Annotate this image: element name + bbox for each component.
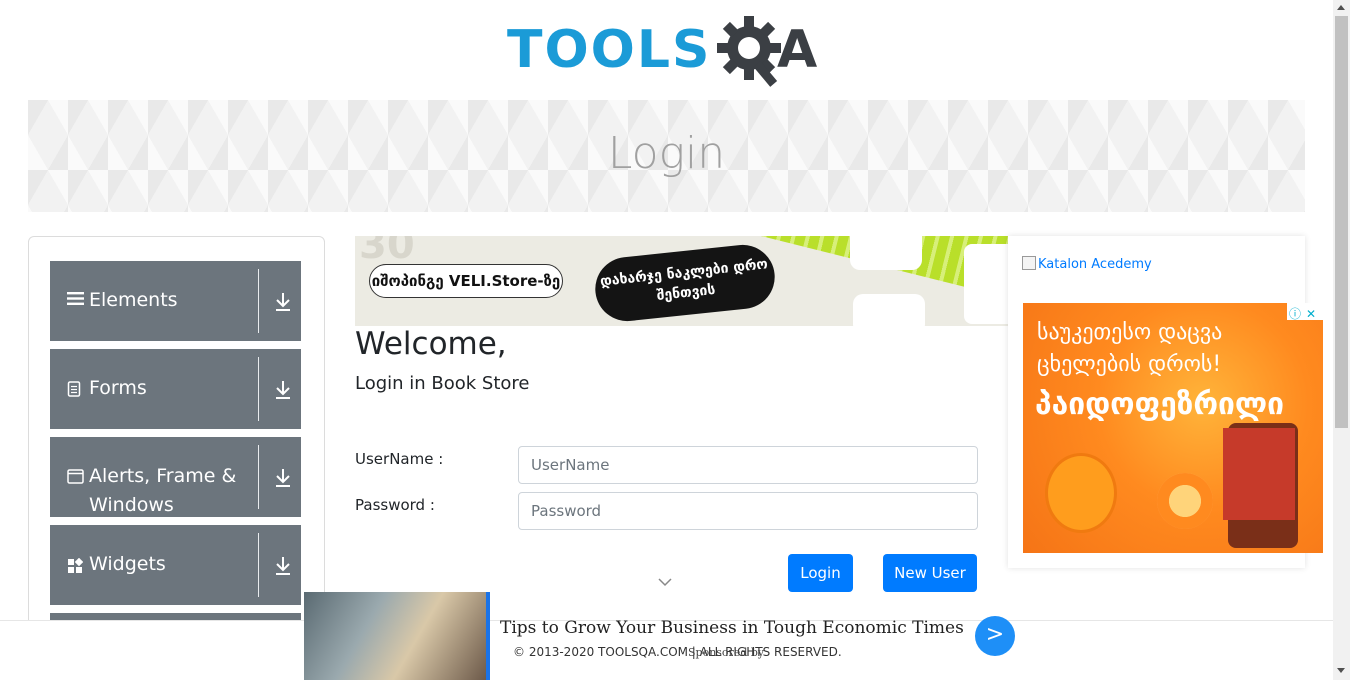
download-arrow-icon xyxy=(276,469,290,487)
sidebar-group-label: Forms xyxy=(89,377,147,399)
ad-brand: პაიდოფეზრილი xyxy=(1035,387,1285,422)
sidebar-group-widgets[interactable]: Widgets xyxy=(50,525,301,605)
password-label: Password : xyxy=(355,496,435,514)
welcome-heading: Welcome, xyxy=(355,326,507,362)
toolsqa-logo[interactable]: TOOLS A xyxy=(507,12,837,92)
sidebar-group-label: Alerts, Frame & Windows xyxy=(89,465,237,516)
ad-headline: საუკეთესო დაცვა ცხელების დროს! xyxy=(1037,317,1222,381)
menu-icon xyxy=(67,291,84,310)
orange-character-image xyxy=(1045,453,1117,533)
widgets-icon xyxy=(67,557,84,578)
download-arrow-icon xyxy=(276,293,290,311)
window-icon xyxy=(67,469,84,488)
sidebar-group-forms[interactable]: Forms xyxy=(50,349,301,429)
scroll-thumb[interactable] xyxy=(1335,16,1348,428)
scroll-up-icon[interactable] xyxy=(1337,5,1345,10)
medicine-ad[interactable]: ⓘ ✕ საუკეთესო დაცვა ცხელების დროს! პაიდოფ… xyxy=(1023,303,1323,553)
login-button[interactable]: Login xyxy=(788,554,853,592)
ad-product-image xyxy=(964,244,1008,324)
top-advertisement[interactable]: 30 იშოპინგე VELI.Store-ზე დახარჯე ნაკლებ… xyxy=(355,236,1008,326)
new-user-button[interactable]: New User xyxy=(883,554,977,592)
sidebar-group-label: Widgets xyxy=(89,553,166,575)
sidebar: Elements Forms Alerts, Frame & Windows W… xyxy=(28,236,325,636)
ad-headline-text[interactable]: Tips to Grow Your Business in Tough Econ… xyxy=(500,618,964,638)
orange-slice-image xyxy=(1157,473,1213,529)
scroll-down-icon[interactable] xyxy=(1337,668,1345,673)
ad-photo xyxy=(304,592,486,680)
ad-info-icon[interactable]: ⓘ xyxy=(1287,306,1303,322)
ad-go-button[interactable]: > xyxy=(975,616,1015,656)
page-title: Login xyxy=(607,128,726,179)
medicine-box-image xyxy=(1223,428,1295,520)
username-input[interactable] xyxy=(518,446,978,484)
ad-accent-bar xyxy=(486,592,490,680)
divider xyxy=(258,269,259,333)
sidebar-group-elements[interactable]: Elements xyxy=(50,261,301,341)
ad-line2: ცხელების დროს! xyxy=(1037,352,1222,377)
katalon-ad-link[interactable]: Katalon Acedemy xyxy=(1022,256,1152,272)
logo-text: TOOLS xyxy=(507,20,712,80)
login-subtitle: Login in Book Store xyxy=(355,373,530,394)
download-arrow-icon xyxy=(276,557,290,575)
sidebar-group-alerts[interactable]: Alerts, Frame & Windows xyxy=(50,437,301,517)
download-arrow-icon xyxy=(276,381,290,399)
page-scrollbar[interactable] xyxy=(1333,0,1350,680)
username-label: UserName : xyxy=(355,450,444,468)
ad-product-image xyxy=(853,294,925,326)
ad-line1: საუკეთესო დაცვა xyxy=(1037,320,1223,345)
bottom-advertisement[interactable]: Tips to Grow Your Business in Tough Econ… xyxy=(304,592,1034,680)
ad-close-icon[interactable]: ✕ xyxy=(1303,306,1319,322)
divider xyxy=(258,445,259,509)
divider xyxy=(258,357,259,421)
chevron-down-icon[interactable] xyxy=(657,576,673,588)
ad-product-image xyxy=(850,236,922,270)
logo-letter-a: A xyxy=(777,20,818,80)
ad-blob: დახარჯე ნაკლები დრო შენთვის xyxy=(592,241,778,325)
broken-image-icon xyxy=(1022,256,1036,270)
katalon-alt-text: Katalon Acedemy xyxy=(1038,257,1152,272)
divider xyxy=(258,533,259,597)
right-advertisement: Katalon Acedemy ⓘ ✕ საუკეთესო დაცვა ცხელე… xyxy=(1008,236,1323,568)
sidebar-group-label: Elements xyxy=(89,289,178,311)
ad-badges: ⓘ ✕ xyxy=(1287,303,1323,322)
page-banner: Login xyxy=(28,100,1305,212)
document-icon xyxy=(67,381,81,401)
ad-pill: იშოპინგე VELI.Store-ზე xyxy=(369,264,563,298)
password-input[interactable] xyxy=(518,492,978,530)
ad-sponsor-text: Sponsored by xyxy=(688,646,765,659)
